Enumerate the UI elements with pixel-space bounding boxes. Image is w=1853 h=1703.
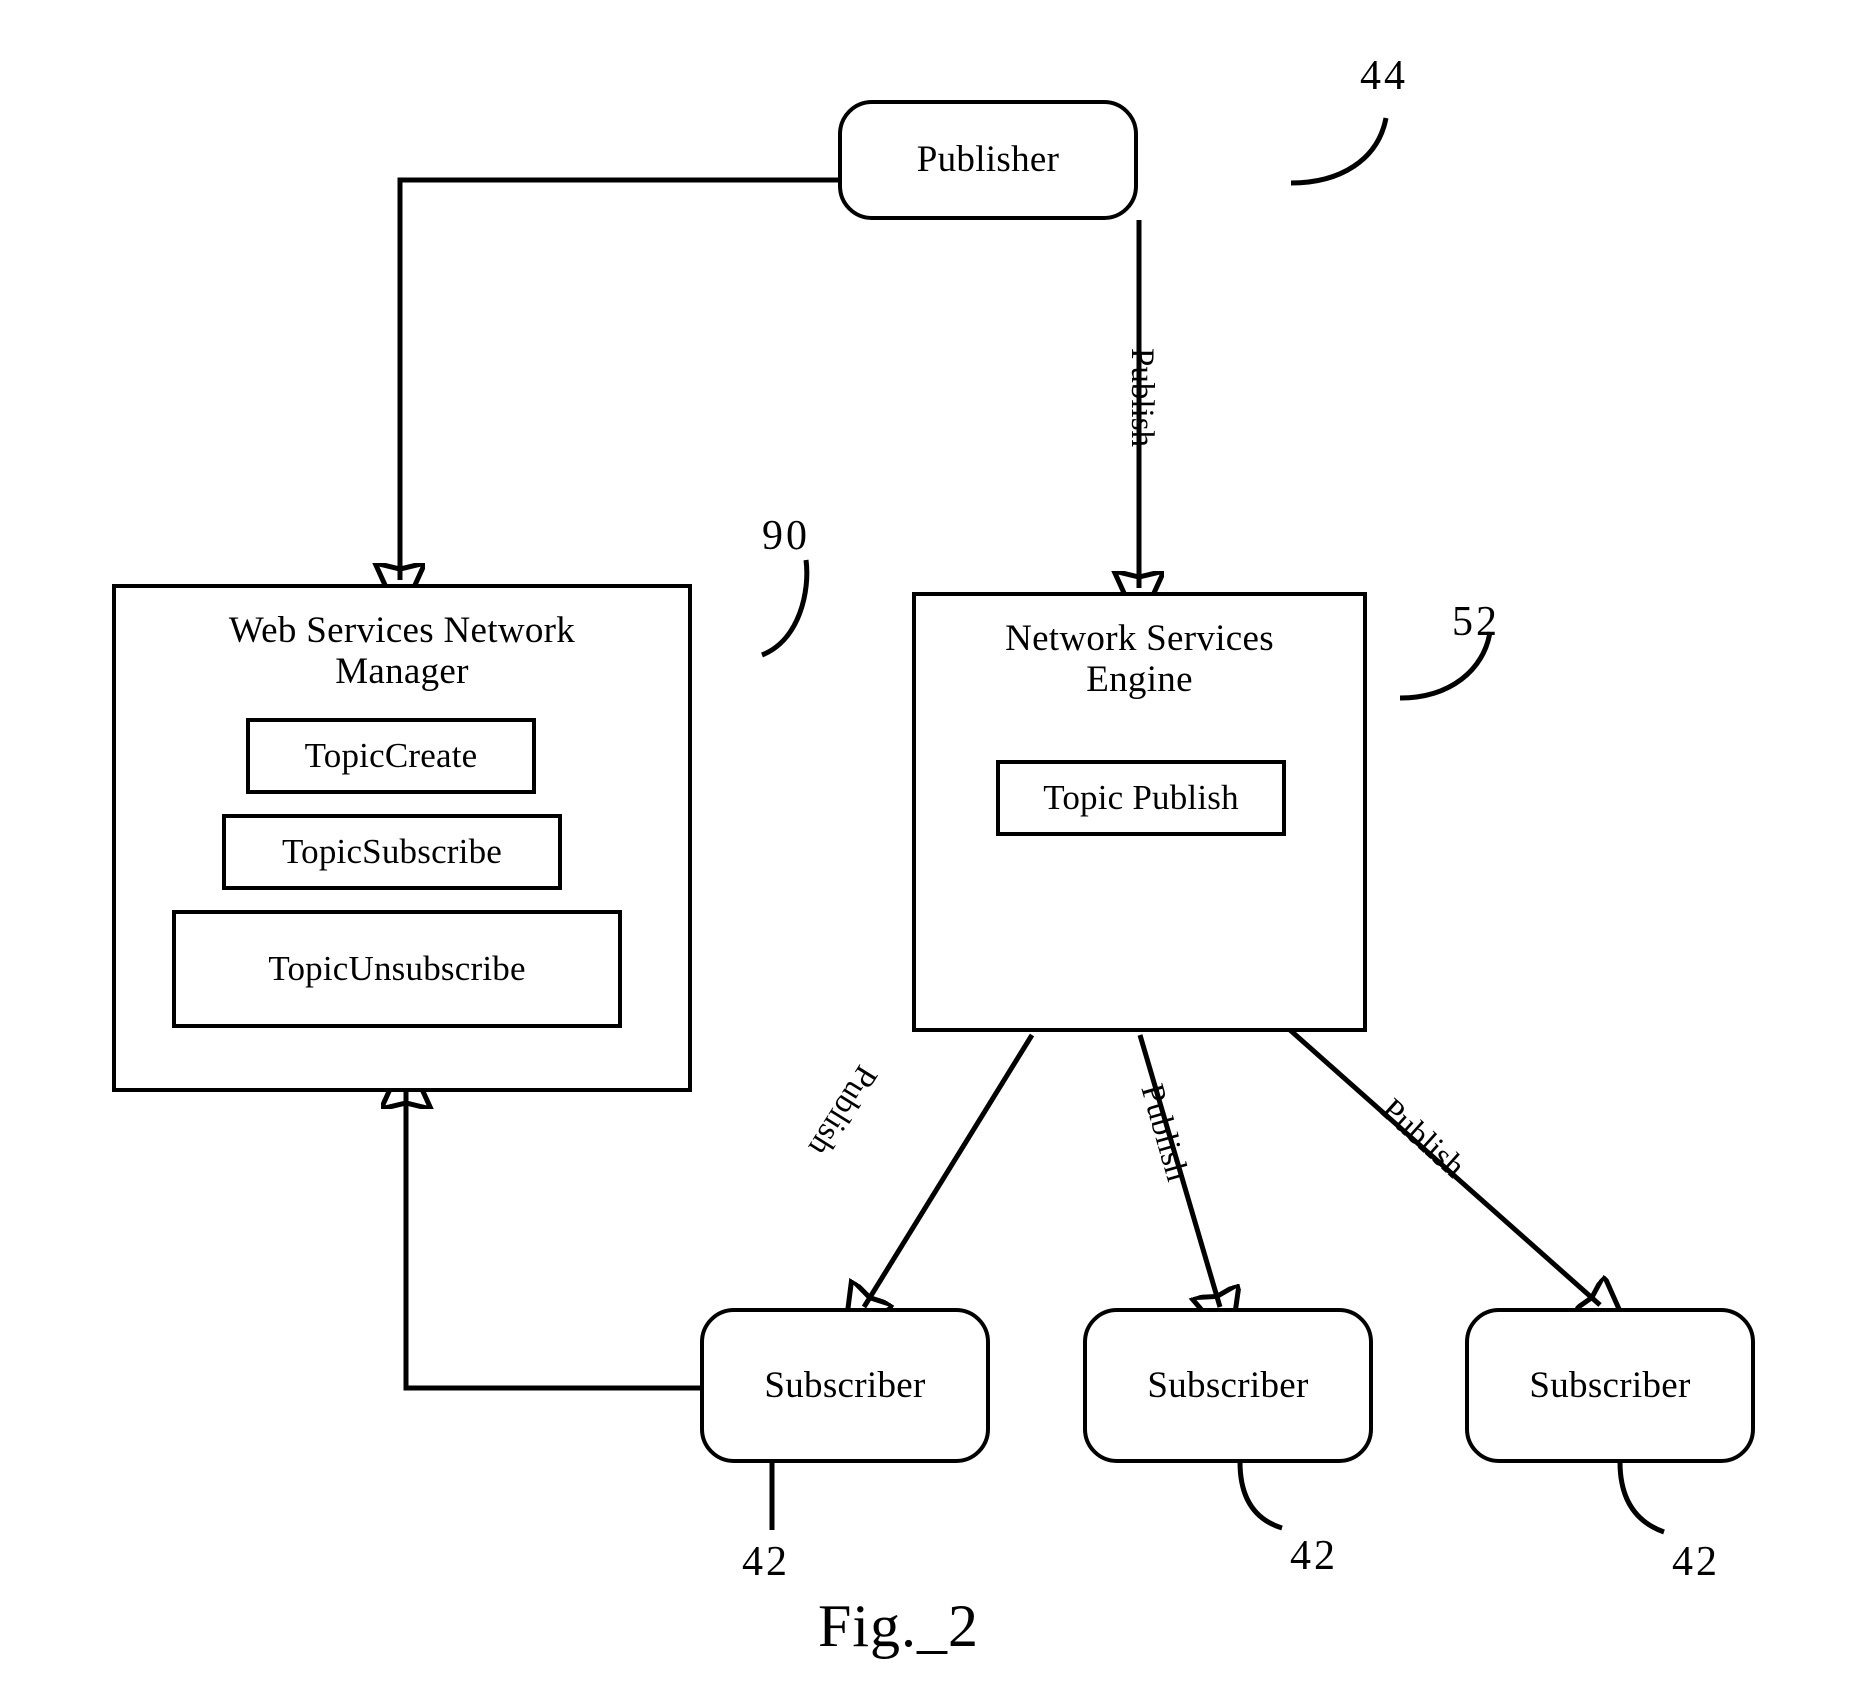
node-publisher-label: Publisher [916, 139, 1060, 181]
inner-box-topic-unsubscribe[interactable]: TopicUnsubscribe [172, 910, 622, 1028]
ref-numeral-42-3: 42 [1672, 1539, 1720, 1585]
edge-subscriber-1-to-manager [406, 1092, 700, 1391]
node-network-services-engine-label: Network Services Engine [1005, 618, 1274, 701]
inner-box-topic-publish[interactable]: Topic Publish [996, 760, 1286, 836]
leader-line-ref-90 [760, 559, 810, 658]
inner-box-topic-subscribe[interactable]: TopicSubscribe [222, 814, 562, 890]
ref-numeral-42-1: 42 [742, 1539, 790, 1585]
node-subscriber-1[interactable]: Subscriber [700, 1308, 990, 1463]
node-subscriber-3[interactable]: Subscriber [1465, 1308, 1755, 1463]
leader-line-ref-42-2 [1237, 1461, 1283, 1531]
node-subscriber-1-label: Subscriber [764, 1364, 926, 1406]
inner-box-topic-subscribe-label: TopicSubscribe [281, 832, 503, 871]
inner-box-topic-create-label: TopicCreate [304, 736, 478, 775]
edge-label-publish-to-engine: Publish [1124, 348, 1160, 448]
ref-numeral-44: 44 [1360, 53, 1408, 99]
inner-box-topic-publish-label: Topic Publish [1043, 778, 1239, 817]
inner-box-topic-unsubscribe-label: TopicUnsubscribe [268, 949, 526, 988]
node-subscriber-2[interactable]: Subscriber [1083, 1308, 1373, 1463]
ref-numeral-52: 52 [1452, 599, 1500, 645]
node-publisher[interactable]: Publisher [838, 100, 1138, 220]
node-subscriber-2-label: Subscriber [1147, 1364, 1309, 1406]
node-subscriber-3-label: Subscriber [1529, 1364, 1691, 1406]
figure-caption: Fig._2 [818, 1593, 980, 1659]
node-web-services-network-manager-label: Web Services Network Manager [228, 610, 576, 693]
inner-box-topic-create[interactable]: TopicCreate [246, 718, 536, 794]
leader-line-ref-42-3 [1617, 1461, 1665, 1535]
leader-line-ref-44 [1290, 117, 1389, 186]
edge-engine-to-subscriber-1 [864, 1033, 1035, 1307]
ref-numeral-42-2: 42 [1290, 1533, 1338, 1579]
ref-numeral-90: 90 [762, 513, 810, 559]
